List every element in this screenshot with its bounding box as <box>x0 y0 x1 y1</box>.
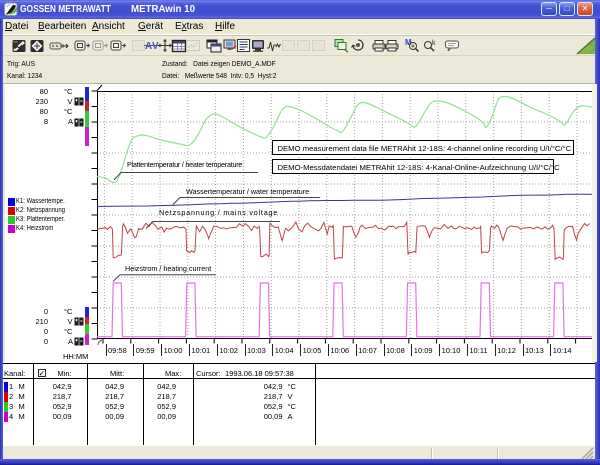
svg-text:M: M <box>405 38 412 47</box>
svg-text:k: k <box>432 40 436 47</box>
